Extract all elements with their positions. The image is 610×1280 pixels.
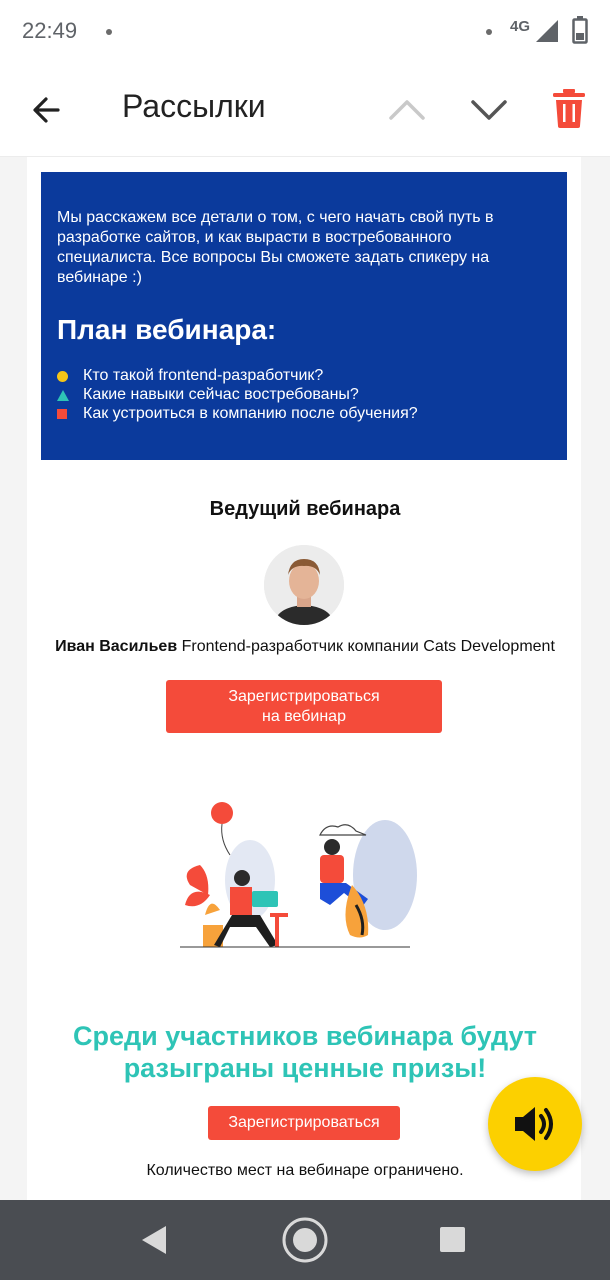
host-photo-icon	[264, 545, 344, 625]
notification-dot-icon	[106, 29, 112, 35]
plan-title: План вебинара:	[57, 314, 277, 345]
register-button[interactable]: Зарегистрироваться	[208, 1106, 400, 1140]
system-nav-bar	[0, 1200, 610, 1280]
speaker-icon	[515, 1107, 553, 1141]
chevron-up-icon[interactable]	[388, 94, 426, 124]
status-dot-icon	[486, 29, 492, 35]
signal-icon	[536, 20, 558, 42]
prize-announcement: Среди участников вебинара будут разыгран…	[0, 1020, 610, 1084]
network-label: 4G	[510, 18, 531, 35]
host-name: Иван Васильев	[55, 638, 178, 655]
host-role: Frontend-разработчик компании Cats Devel…	[181, 638, 555, 655]
webinar-info-block: Мы расскажем все детали о том, с чего на…	[41, 172, 567, 460]
nav-back-icon[interactable]	[140, 1224, 168, 1256]
host-avatar	[264, 545, 344, 625]
battery-icon	[572, 16, 588, 44]
nav-home-icon[interactable]	[281, 1216, 329, 1264]
trash-icon[interactable]	[552, 88, 586, 128]
host-info: Иван Васильев Frontend-разработчик компа…	[0, 638, 610, 656]
app-bar: Рассылки	[0, 64, 610, 157]
plan-item-label: Кто такой frontend-разработчик?	[83, 367, 324, 384]
chevron-down-icon[interactable]	[470, 94, 508, 124]
nav-recents-icon[interactable]	[440, 1227, 465, 1252]
red-square-icon	[57, 409, 67, 419]
webinar-illustration	[180, 802, 417, 948]
register-webinar-button[interactable]: Зарегистрироваться на вебинар	[166, 680, 442, 733]
host-section-title: Ведущий вебинара	[209, 498, 401, 520]
read-aloud-button[interactable]	[488, 1077, 582, 1171]
plan-item-label: Какие навыки сейчас востребованы?	[83, 386, 359, 403]
prize-line1: Среди участников вебинара будут	[72, 1021, 538, 1051]
cyan-triangle-icon	[57, 390, 69, 401]
plan-item-label: Как устроиться в компанию после обучения…	[83, 405, 418, 422]
status-time: 22:49	[22, 18, 78, 43]
register-button-line2: на вебинар	[262, 707, 346, 725]
yellow-circle-icon	[57, 371, 68, 382]
register-button-line1: Зарегистрироваться	[228, 687, 380, 705]
status-bar: 22:49 4G	[0, 0, 610, 64]
page-title: Рассылки	[122, 88, 266, 124]
intro-text: Мы расскажем все детали о том, с чего на…	[57, 209, 494, 286]
back-arrow-icon[interactable]	[28, 90, 68, 130]
